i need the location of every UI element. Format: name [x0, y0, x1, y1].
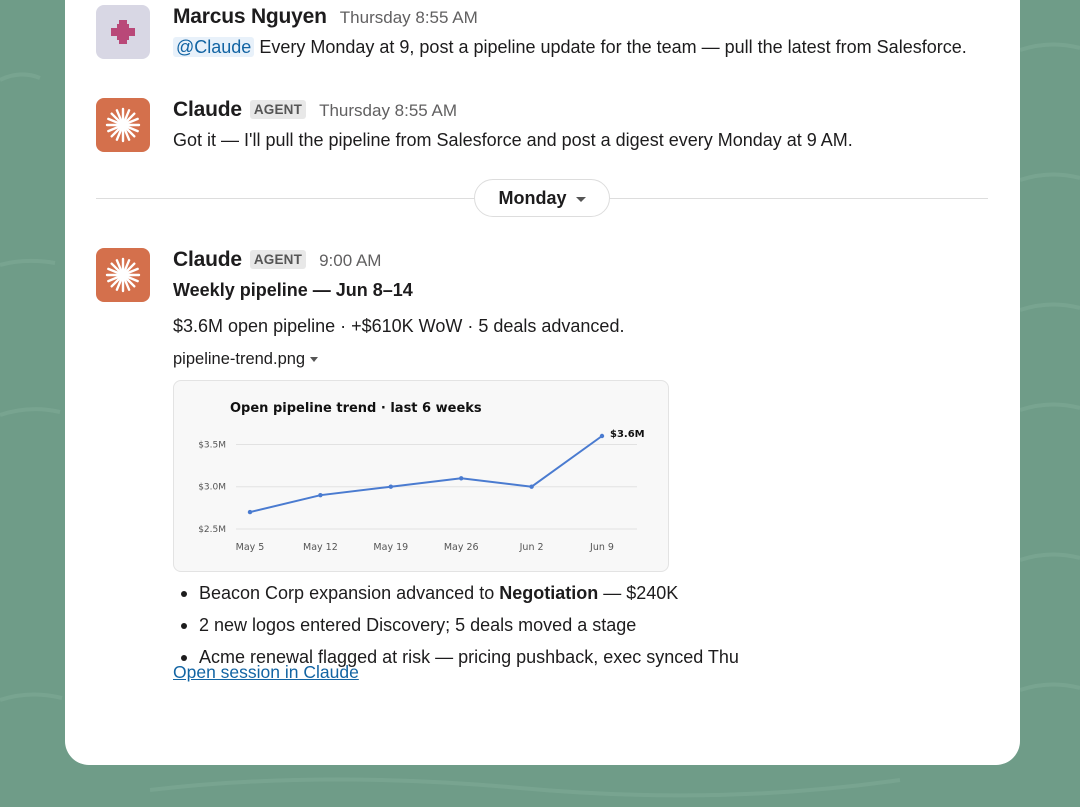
author-name[interactable]: Claude [173, 98, 242, 122]
y-tick-label: $2.5M [198, 525, 226, 535]
x-tick-label: May 19 [373, 542, 408, 553]
digest-title: Weekly pipeline — Jun 8–14 [173, 280, 413, 300]
y-tick-label: $3.5M [198, 440, 226, 450]
claude-sunburst-icon [105, 257, 141, 293]
end-value-label: $3.6M [610, 429, 645, 440]
message-body: Claude AGENT Thursday 8:55 AM Got it — I… [173, 98, 973, 153]
message-header: Claude AGENT Thursday 8:55 AM [173, 98, 973, 124]
file-header: pipeline-trend.png [173, 350, 973, 369]
message-timestamp[interactable]: Thursday 8:55 AM [340, 8, 478, 28]
message-timestamp[interactable]: Thursday 8:55 AM [319, 101, 457, 121]
mention-claude[interactable]: @Claude [173, 37, 255, 57]
y-tick-label: $3.0M [198, 483, 226, 493]
list-item: Beacon Corp expansion advanced to Negoti… [173, 577, 973, 609]
data-point [247, 509, 253, 515]
file-name-toggle[interactable]: pipeline-trend.png [173, 350, 319, 369]
avatar-claude[interactable] [96, 248, 150, 302]
digest-summary: $3.6M open pipeline · +$610K WoW · 5 dea… [173, 316, 625, 336]
agent-badge: AGENT [249, 250, 307, 269]
message-text-content: Every Monday at 9, post a pipeline updat… [259, 37, 967, 57]
list-item: 2 new logos entered Discovery; 5 deals m… [173, 609, 973, 641]
message-header: Claude AGENT 9:00 AM [173, 248, 973, 274]
x-tick-label: Jun 2 [519, 542, 544, 553]
message-text: Got it — I'll pull the pipeline from Sal… [173, 130, 853, 150]
digest-bullets: Beacon Corp expansion advanced to Negoti… [173, 577, 973, 673]
claude-sunburst-icon [105, 107, 141, 143]
message-text: @Claude Every Monday at 9, post a pipeli… [173, 34, 973, 60]
chart-title: Open pipeline trend · last 6 weeks [230, 401, 482, 416]
stage-name: Negotiation [499, 583, 599, 603]
data-point [388, 484, 393, 489]
data-point [318, 492, 323, 498]
conversation-panel: Marcus Nguyen Thursday 8:55 AM @Claude E… [65, 0, 1020, 765]
author-name[interactable]: Claude [173, 248, 242, 272]
pixel-cross-icon [111, 20, 135, 44]
author-name[interactable]: Marcus Nguyen [173, 5, 327, 29]
agent-badge: AGENT [249, 100, 307, 119]
data-point [529, 484, 534, 489]
x-tick-label: May 12 [303, 542, 338, 553]
link-row: Open session in Claude [173, 662, 359, 683]
message-body: Marcus Nguyen Thursday 8:55 AM @Claude E… [173, 5, 973, 60]
message-body: Claude AGENT 9:00 AM Weekly pipeline — J… [173, 248, 973, 682]
chart-attachment[interactable]: Open pipeline trend · last 6 weeks $2.5M… [173, 380, 669, 572]
x-tick-label: Jun 9 [589, 542, 614, 553]
x-tick-label: May 5 [236, 542, 265, 553]
series-line [249, 435, 603, 514]
file-name: pipeline-trend.png [173, 350, 306, 368]
avatar-claude[interactable] [96, 98, 150, 152]
message-header: Marcus Nguyen Thursday 8:55 AM [173, 5, 973, 31]
day-divider-button[interactable]: Monday [474, 179, 610, 217]
open-session-link[interactable]: Open session in Claude [173, 662, 359, 682]
avatar-marcus[interactable] [96, 5, 150, 59]
x-tick-label: May 26 [444, 542, 479, 553]
line-chart: Open pipeline trend · last 6 weeks $2.5M… [198, 401, 645, 553]
message-timestamp[interactable]: 9:00 AM [319, 251, 381, 271]
chevron-down-icon [575, 196, 586, 202]
chevron-down-icon [310, 357, 319, 362]
day-divider-label: Monday [498, 187, 567, 208]
data-point [459, 476, 464, 481]
data-point [599, 433, 605, 439]
